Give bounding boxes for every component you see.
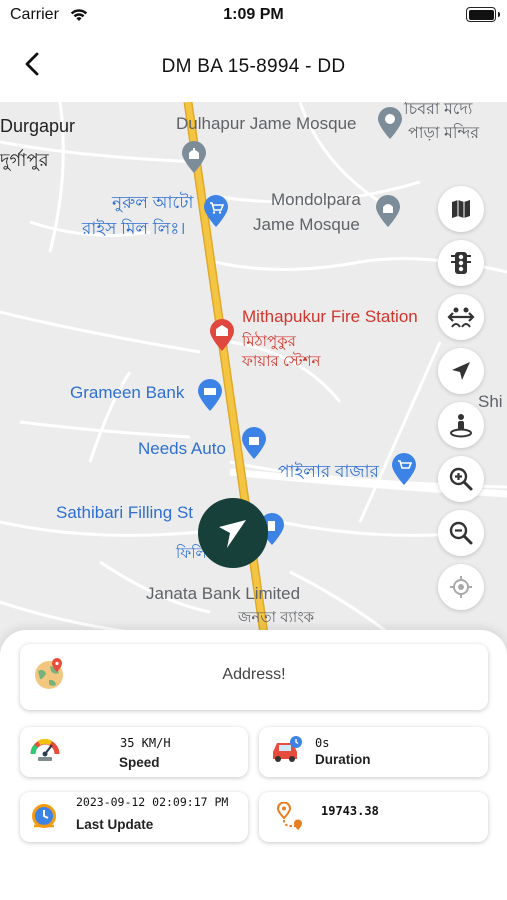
map-roads — [0, 102, 507, 662]
bank-pin-icon — [198, 379, 222, 411]
address-text: Address! — [222, 666, 286, 683]
mosque-pin-icon — [182, 141, 206, 173]
speedometer-icon — [30, 734, 60, 769]
map-label-durgapur-bn: দুর্গাপুর — [0, 150, 49, 170]
distance-card: 19743.38 — [259, 792, 488, 842]
battery-icon — [466, 7, 500, 22]
navigation-arrow-icon — [219, 520, 246, 548]
map-view[interactable]: Durgapur দুর্গাপুর Dulhapur Jame Mosque … — [0, 102, 507, 662]
zoom-in-button[interactable] — [438, 456, 484, 502]
map-label-jame-mosque: Jame Mosque — [253, 215, 360, 234]
map-label-janata-bank-bn: জনতা ব্যাংক — [238, 609, 315, 626]
navigation-bar: DM BA 15-8994 - DD — [0, 32, 507, 102]
mosque-pin-icon — [376, 195, 400, 227]
speed-value: 35 KM/H — [120, 736, 171, 750]
clock-icon — [30, 802, 58, 835]
duration-value: 0s — [315, 736, 330, 750]
vehicle-info-sheet: Address! 35 KM/H Speed 0s Duration 2023-… — [0, 630, 507, 900]
page-title: DM BA 15-8994 - DD — [161, 56, 346, 77]
zoom-out-button[interactable] — [438, 510, 484, 556]
last-update-label: Last Update — [76, 817, 154, 832]
map-label-shi: Shi — [478, 392, 503, 411]
duration-label: Duration — [315, 752, 371, 767]
map-label-dulhapur-mosque: Dulhapur Jame Mosque — [176, 114, 357, 133]
street-view-icon — [450, 414, 472, 438]
shopping-cart-pin-icon — [392, 453, 416, 485]
car-duration-icon — [269, 734, 303, 769]
speed-card: 35 KM/H Speed — [20, 727, 248, 777]
map-label-fire-station: Mithapukur Fire Station — [242, 307, 418, 326]
map-type-button[interactable] — [438, 186, 484, 232]
map-label-para-mondir: পাড়া মন্দির — [408, 125, 480, 142]
duration-card: 0s Duration — [259, 727, 488, 777]
map-label-durgapur: Durgapur — [0, 116, 76, 136]
traffic-icon — [451, 252, 471, 274]
map-label-grameen-bank: Grameen Bank — [70, 383, 185, 402]
fit-bounds-icon — [447, 307, 475, 328]
street-view-button[interactable] — [438, 402, 484, 448]
distance-value: 19743.38 — [321, 804, 379, 818]
map-layers-icon — [452, 200, 470, 218]
map-label-fire-station-bn2: ফায়ার স্টেশন — [242, 353, 321, 370]
status-bar: Carrier 1:09 PM — [0, 0, 507, 32]
map-label-needs-auto: Needs Auto — [138, 439, 226, 458]
last-update-card: 2023-09-12 02:09:17 PM Last Update — [20, 792, 248, 842]
address-card[interactable]: Address! — [20, 644, 488, 710]
temple-pin-icon — [378, 107, 402, 139]
zoom-out-icon — [449, 521, 473, 545]
map-label-pailar-bazar: পাইলার বাজার — [278, 462, 379, 481]
traffic-button[interactable] — [438, 240, 484, 286]
map-label-janata-bank: Janata Bank Limited — [146, 584, 301, 603]
shopping-bag-pin-icon — [242, 427, 266, 459]
map-label-sathibari: Sathibari Filling St — [56, 503, 194, 522]
route-pin-icon — [275, 801, 305, 837]
my-location-icon — [450, 576, 472, 598]
navigate-button[interactable] — [438, 348, 484, 394]
shopping-cart-pin-icon — [204, 195, 228, 227]
vehicle-marker[interactable] — [198, 498, 268, 568]
fire-station-pin-icon — [210, 319, 234, 351]
fit-bounds-button[interactable] — [438, 294, 484, 340]
last-update-value: 2023-09-12 02:09:17 PM — [76, 795, 229, 809]
speed-label: Speed — [119, 755, 160, 770]
my-location-button[interactable] — [438, 564, 484, 610]
map-label-nurul-auto: নুরুল আটো — [112, 193, 194, 212]
map-label-rice-mill: রাইস মিল লিঃ। — [82, 219, 186, 238]
map-label-mondolpara: Mondolpara — [271, 190, 361, 209]
zoom-in-icon — [449, 467, 473, 491]
clock: 1:09 PM — [223, 6, 284, 23]
navigate-icon — [452, 362, 470, 380]
